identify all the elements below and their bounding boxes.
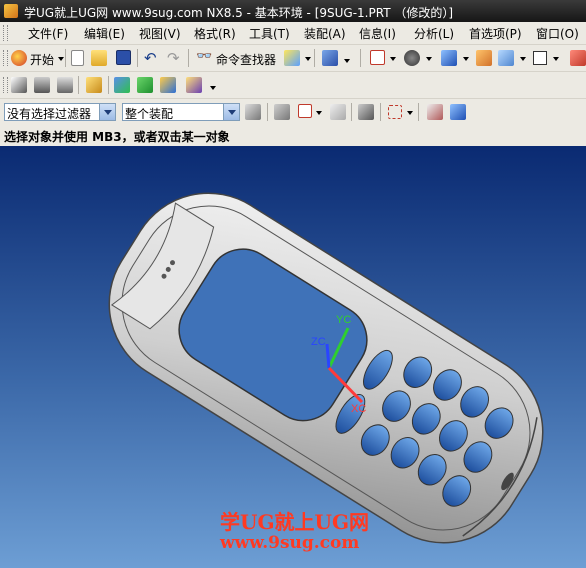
scope-select[interactable]: 整个装配 bbox=[122, 103, 240, 121]
command-finder-button[interactable]: 命令查找器 bbox=[216, 51, 276, 68]
chevron-down-icon[interactable] bbox=[426, 57, 432, 61]
chevron-down-icon[interactable] bbox=[553, 57, 559, 61]
paint-icon[interactable] bbox=[476, 50, 492, 66]
toolbar-separator bbox=[267, 103, 268, 121]
toolbar-separator bbox=[418, 103, 419, 121]
chevron-down-icon[interactable] bbox=[223, 104, 239, 120]
component-icon[interactable] bbox=[186, 77, 202, 93]
open-folder-icon[interactable] bbox=[91, 50, 107, 66]
toolbar-separator bbox=[65, 49, 66, 67]
view-orient-icon[interactable] bbox=[498, 50, 514, 66]
toolbar-separator bbox=[108, 76, 109, 94]
toolbar-grip[interactable] bbox=[3, 50, 8, 66]
toolbar-separator bbox=[137, 49, 138, 67]
graphics-viewport[interactable]: YC ZC XC bbox=[0, 146, 586, 568]
redo-icon[interactable]: ↷ bbox=[167, 49, 180, 67]
chevron-down-icon[interactable] bbox=[316, 111, 322, 115]
status-prompt-bar: 选择对象并使用 MB3，或者双击某一对象 bbox=[0, 124, 586, 146]
app-logo-icon bbox=[4, 4, 18, 18]
menu-view[interactable]: 视图(V) bbox=[139, 25, 181, 42]
filter-settings-icon[interactable] bbox=[245, 104, 261, 120]
chevron-down-icon[interactable] bbox=[58, 57, 64, 61]
chevron-down-icon[interactable] bbox=[520, 57, 526, 61]
menu-assembly[interactable]: 装配(A) bbox=[304, 25, 346, 42]
toolbar-separator bbox=[78, 76, 79, 94]
phone-model: YC ZC XC bbox=[108, 192, 544, 544]
select-rectangle-icon[interactable] bbox=[388, 105, 402, 119]
menu-tools[interactable]: 工具(T) bbox=[249, 25, 290, 42]
render-style-icon[interactable] bbox=[404, 50, 420, 66]
new-file-icon[interactable] bbox=[71, 50, 84, 66]
watermark-url: www.9sug.com bbox=[220, 533, 360, 553]
menu-bar: 文件(F) 编辑(E) 视图(V) 格式(R) 工具(T) 装配(A) 信息(I… bbox=[0, 22, 586, 45]
start-icon bbox=[11, 50, 27, 66]
menu-edit[interactable]: 编辑(E) bbox=[84, 25, 125, 42]
crosshair-icon[interactable] bbox=[330, 104, 346, 120]
menu-file[interactable]: 文件(F) bbox=[28, 25, 68, 42]
stack-icon[interactable] bbox=[57, 77, 73, 93]
watermark-title: 学UG就上UG网 bbox=[220, 510, 370, 534]
assembly-toolbar bbox=[0, 72, 586, 99]
select-icon[interactable] bbox=[322, 50, 338, 66]
window-title: 学UG就上UG网 www.9sug.com NX8.5 - 基本环境 - [9S… bbox=[24, 6, 454, 20]
chevron-down-icon[interactable] bbox=[99, 104, 115, 120]
title-bar: 学UG就上UG网 www.9sug.com NX8.5 - 基本环境 - [9S… bbox=[0, 0, 586, 22]
cube-select-icon[interactable] bbox=[450, 104, 466, 120]
constraint-icon[interactable] bbox=[137, 77, 153, 93]
start-button[interactable]: 开始 bbox=[30, 51, 54, 68]
fit-icon[interactable] bbox=[570, 50, 586, 66]
menu-info[interactable]: 信息(I) bbox=[359, 25, 396, 42]
chevron-down-icon[interactable] bbox=[407, 111, 413, 115]
snap-point-icon[interactable] bbox=[274, 104, 290, 120]
layers-icon[interactable] bbox=[34, 77, 50, 93]
type-filter-value: 没有选择过滤器 bbox=[7, 107, 92, 121]
toolbar-separator bbox=[360, 49, 361, 67]
menu-format[interactable]: 格式(R) bbox=[194, 25, 236, 42]
assembly-tree-icon[interactable] bbox=[11, 77, 27, 93]
save-icon[interactable] bbox=[116, 50, 131, 65]
zc-axis-label: ZC bbox=[311, 336, 326, 348]
zc-axis bbox=[325, 343, 331, 369]
type-filter-select[interactable]: 没有选择过滤器 bbox=[4, 103, 116, 121]
mate-icon[interactable] bbox=[160, 77, 176, 93]
chevron-down-icon[interactable] bbox=[463, 57, 469, 61]
eraser-icon[interactable] bbox=[427, 104, 443, 120]
move-icon[interactable] bbox=[114, 77, 130, 93]
toolbar-grip[interactable] bbox=[3, 77, 8, 93]
undo-icon[interactable]: ↶ bbox=[144, 49, 157, 67]
selection-bar: 没有选择过滤器 整个装配 bbox=[0, 99, 586, 125]
menu-preferences[interactable]: 首选项(P) bbox=[469, 25, 522, 42]
toolbar-separator bbox=[188, 49, 189, 67]
menu-window[interactable]: 窗口(O) bbox=[536, 25, 579, 42]
status-prompt: 选择对象并使用 MB3，或者双击某一对象 bbox=[4, 130, 230, 144]
cursor-icon[interactable] bbox=[358, 104, 374, 120]
standard-toolbar: 开始 ↶ ↷ 👓 命令查找器 bbox=[0, 45, 586, 72]
xc-axis-label: XC bbox=[351, 403, 366, 415]
menu-analysis[interactable]: 分析(L) bbox=[414, 25, 454, 42]
chevron-down-icon[interactable] bbox=[390, 57, 396, 61]
menubar-grip[interactable] bbox=[3, 25, 8, 41]
binoculars-icon: 👓 bbox=[196, 49, 213, 64]
cube-icon[interactable] bbox=[441, 50, 457, 66]
chevron-down-icon[interactable] bbox=[210, 86, 216, 90]
toolbar-separator bbox=[380, 103, 381, 121]
layout-icon[interactable] bbox=[370, 50, 385, 65]
scope-value: 整个装配 bbox=[125, 107, 174, 121]
toolbar-separator bbox=[314, 49, 315, 67]
toolbar-separator bbox=[351, 103, 352, 121]
tag-icon[interactable] bbox=[86, 77, 102, 93]
sparkle-icon[interactable] bbox=[284, 50, 300, 66]
yc-axis-label: YC bbox=[336, 314, 351, 326]
point-dialog-icon[interactable] bbox=[298, 104, 312, 118]
background-icon[interactable] bbox=[533, 51, 547, 65]
chevron-down-icon[interactable] bbox=[344, 59, 350, 63]
chevron-down-icon[interactable] bbox=[305, 57, 311, 61]
